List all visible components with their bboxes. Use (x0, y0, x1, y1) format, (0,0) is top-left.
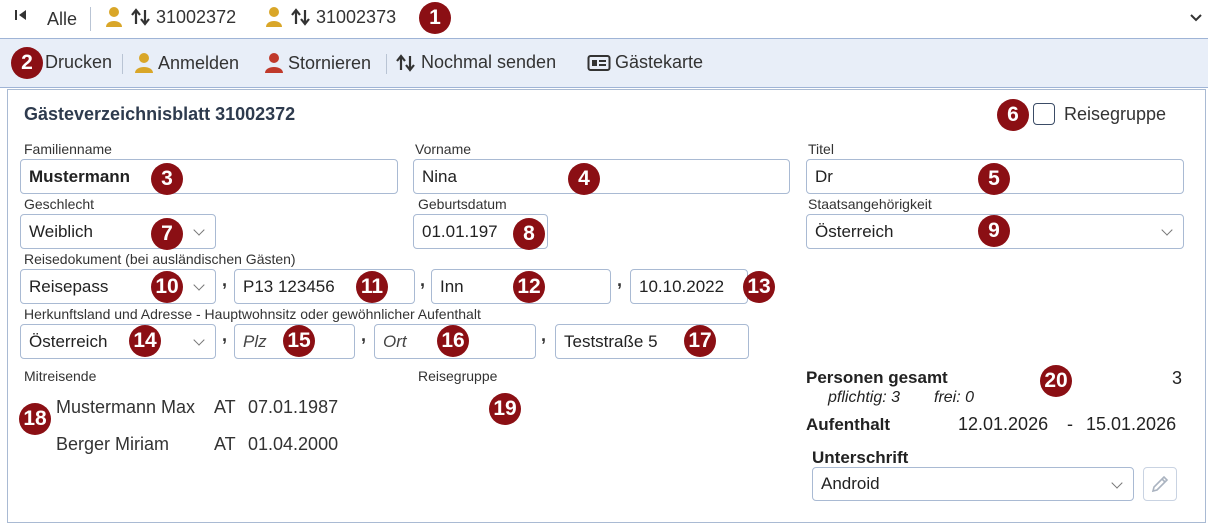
callout-marker-12: 12 (513, 271, 545, 303)
callout-marker-13: 13 (743, 271, 775, 303)
callout-marker-4: 4 (568, 163, 600, 195)
callout-marker-1: 1 (419, 2, 451, 34)
print-button[interactable]: Drucken (45, 52, 112, 73)
separator: , (541, 325, 547, 345)
action-toolbar: Drucken Anmelden Stornieren Nochmal send… (0, 38, 1208, 88)
chevron-down-icon (193, 224, 205, 236)
callout-marker-8: 8 (513, 218, 545, 250)
entry-tab-31002372[interactable]: 31002372 (106, 6, 236, 28)
companion-country: AT (214, 434, 236, 454)
origin-address-label: Herkunftsland und Adresse - Hauptwohnsit… (24, 306, 481, 322)
birthdate-label: Geburtsdatum (418, 196, 507, 212)
divider (90, 7, 91, 31)
chevron-down-icon[interactable] (1190, 10, 1202, 28)
callout-marker-9: 9 (978, 215, 1010, 247)
transfer-arrows-icon (291, 8, 310, 26)
persons-obligatory: pflichtig: 3 (828, 389, 901, 406)
print-label: Drucken (45, 52, 113, 72)
id-card-icon (587, 54, 611, 71)
travel-document-label: Reisedokument (bei ausländischen Gästen) (24, 251, 296, 267)
firstname-input[interactable]: Nina (413, 159, 790, 194)
user-icon (265, 53, 283, 73)
chevron-down-icon (193, 334, 205, 346)
callout-marker-15: 15 (283, 325, 315, 357)
street-input[interactable]: Teststraße 5 (555, 324, 749, 359)
resend-button[interactable]: Nochmal senden (395, 52, 556, 73)
callout-marker-5: 5 (978, 163, 1010, 195)
signature-label: Unterschrift (812, 448, 909, 467)
pencil-icon (1151, 475, 1169, 493)
companion-birthdate: 07.01.1987 (248, 397, 339, 417)
stay-label: Aufenthalt (806, 415, 891, 434)
stay-from: 12.01.2026 (958, 414, 1049, 434)
chevron-down-icon (193, 279, 205, 291)
origin-country-select[interactable]: Österreich (20, 324, 216, 359)
callout-marker-18: 18 (19, 403, 51, 435)
page-title: Gästeverzeichnisblatt 31002372 (24, 104, 296, 124)
persons-free: frei: 0 (934, 389, 975, 406)
user-icon (266, 7, 282, 27)
first-page-icon[interactable] (14, 8, 28, 27)
chevron-down-icon (1161, 224, 1173, 236)
callout-marker-10: 10 (151, 271, 183, 303)
companion-name: Berger Miriam (56, 434, 170, 454)
guest-card-button[interactable]: Gästekarte (587, 52, 703, 73)
stay-to: 15.01.2026 (1086, 414, 1177, 434)
separator: , (617, 270, 623, 290)
title-label: Titel (808, 141, 834, 157)
entry-number: 31002373 (316, 6, 397, 27)
companion-country: AT (214, 397, 236, 417)
divider (122, 54, 123, 74)
entry-tabbar: Alle 31002372 31002373 (0, 0, 1208, 38)
callout-marker-20: 20 (1040, 365, 1072, 397)
callout-marker-6: 6 (997, 99, 1029, 131)
register-button[interactable]: Anmelden (134, 52, 239, 74)
document-type-select[interactable]: Reisepass (20, 269, 216, 304)
callout-marker-11: 11 (356, 271, 388, 303)
user-icon (106, 7, 122, 27)
travel-group-label: Reisegruppe (418, 368, 498, 384)
signature-device-select[interactable]: Android (812, 467, 1134, 501)
nationality-label: Staatsangehörigkeit (808, 196, 932, 212)
callout-marker-2: 2 (11, 47, 43, 79)
callout-marker-3: 3 (151, 163, 183, 195)
separator: , (222, 270, 228, 290)
all-entries-link[interactable]: Alle (47, 9, 77, 30)
companion-birthdate: 01.04.2000 (248, 434, 339, 454)
separator: , (222, 325, 228, 345)
transfer-arrows-icon (396, 53, 415, 72)
firstname-label: Vorname (415, 141, 472, 157)
user-icon (135, 53, 153, 73)
travel-group-checkbox[interactable] (1033, 103, 1055, 125)
gender-label: Geschlecht (24, 196, 95, 212)
transfer-arrows-icon (131, 8, 150, 26)
callout-marker-16: 16 (437, 325, 469, 357)
surname-input[interactable]: Mustermann (20, 159, 398, 194)
separator: , (361, 325, 367, 345)
travel-group-checkbox-label: Reisegruppe (1064, 104, 1167, 124)
edit-signature-button[interactable] (1143, 467, 1177, 501)
separator: , (420, 270, 426, 290)
persons-total-value: 3 (1172, 368, 1183, 388)
document-date-input[interactable]: 10.10.2022 (630, 269, 748, 304)
gender-select[interactable]: Weiblich (20, 214, 216, 249)
callout-marker-7: 7 (151, 218, 183, 250)
cancel-registration-button[interactable]: Stornieren (264, 52, 371, 74)
companions-label: Mitreisende (24, 368, 97, 384)
chevron-down-icon (1111, 477, 1123, 489)
callout-marker-17: 17 (684, 325, 716, 357)
stay-dash: - (1067, 414, 1073, 434)
persons-total-label: Personen gesamt (806, 368, 948, 387)
companion-name: Mustermann Max (56, 397, 196, 417)
callout-marker-19: 19 (489, 393, 521, 425)
entry-number: 31002372 (156, 6, 237, 27)
entry-tab-31002373[interactable]: 31002373 (266, 6, 396, 28)
divider (386, 54, 387, 74)
surname-label: Familienname (24, 141, 112, 157)
callout-marker-14: 14 (129, 325, 161, 357)
